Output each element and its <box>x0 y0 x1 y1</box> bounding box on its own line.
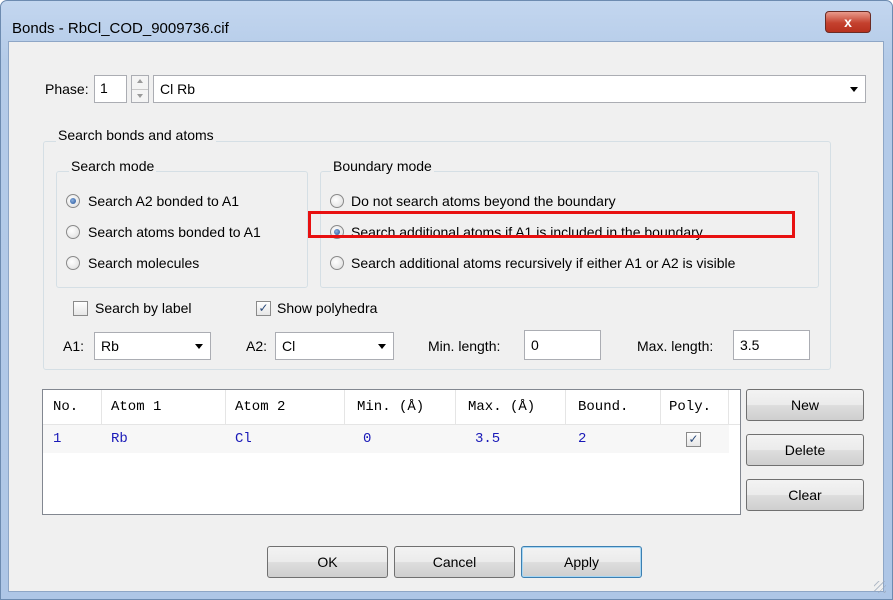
a2-value: Cl <box>282 338 296 354</box>
min-length-input[interactable]: 0 <box>524 330 601 360</box>
cell-atom2: Cl <box>235 431 252 447</box>
a1-combo[interactable]: Rb <box>94 332 211 360</box>
title-bar[interactable]: Bonds - RbCl_COD_9009736.cif x <box>1 1 892 37</box>
cell-min: 0 <box>363 431 372 447</box>
delete-button[interactable]: Delete <box>746 434 864 466</box>
spin-down-icon[interactable] <box>137 94 143 98</box>
spin-up-icon[interactable] <box>137 79 143 83</box>
table-header: No. Atom 1 Atom 2 Min. (Å) Max. (Å) Boun… <box>43 390 740 425</box>
cell-atom1: Rb <box>111 431 128 447</box>
radio-search-atoms-bonded[interactable] <box>66 225 80 239</box>
new-button[interactable]: New <box>746 389 864 421</box>
phase-spinbox[interactable]: 1 <box>94 75 127 103</box>
search-a2-bonded-label[interactable]: Search A2 bonded to A1 <box>88 193 239 209</box>
max-length-input[interactable]: 3.5 <box>733 330 810 360</box>
cell-bound: 2 <box>578 431 587 447</box>
show-polyhedra-checkbox[interactable]: ✓ <box>256 301 271 316</box>
table-row[interactable]: 1 Rb Cl 0 3.5 2 ✓ <box>43 425 729 453</box>
min-length-label: Min. length: <box>428 338 501 354</box>
window-title: Bonds - RbCl_COD_9009736.cif <box>12 20 229 37</box>
highlight-box <box>308 211 795 238</box>
max-length-value: 3.5 <box>740 337 760 353</box>
show-polyhedra-text[interactable]: Show polyhedra <box>277 300 377 316</box>
col-min[interactable]: Min. (Å) <box>345 390 456 424</box>
phase-value: 1 <box>100 80 108 96</box>
phase-combo-value: Cl Rb <box>160 81 196 97</box>
close-icon: x <box>844 14 852 30</box>
cell-no: 1 <box>53 431 62 447</box>
col-no[interactable]: No. <box>43 390 102 424</box>
search-mode-title: Search mode <box>69 158 157 174</box>
search-by-label-checkbox[interactable] <box>73 301 88 316</box>
a1-label: A1: <box>63 338 85 354</box>
phase-combo[interactable]: Cl Rb <box>153 75 866 103</box>
chevron-down-icon <box>195 344 203 349</box>
col-max[interactable]: Max. (Å) <box>456 390 566 424</box>
checkmark-icon: ✓ <box>688 432 699 446</box>
radio-search-recursive[interactable] <box>330 256 344 270</box>
search-bonds-group-title: Search bonds and atoms <box>56 127 216 143</box>
checkmark-icon: ✓ <box>258 301 269 315</box>
radio-search-a2-bonded[interactable] <box>66 194 80 208</box>
close-button[interactable]: x <box>825 11 871 33</box>
cell-poly-checkbox[interactable]: ✓ <box>686 432 701 447</box>
clear-button[interactable]: Clear <box>746 479 864 511</box>
a1-value: Rb <box>101 338 119 354</box>
a2-label: A2: <box>246 338 268 354</box>
search-atoms-bonded-label[interactable]: Search atoms bonded to A1 <box>88 224 261 240</box>
phase-label: Phase: <box>45 81 89 97</box>
search-recursive-label[interactable]: Search additional atoms recursively if e… <box>351 255 735 271</box>
bonds-table[interactable]: No. Atom 1 Atom 2 Min. (Å) Max. (Å) Boun… <box>42 389 741 515</box>
chevron-down-icon <box>378 344 386 349</box>
spin-divider <box>132 89 148 90</box>
col-atom1[interactable]: Atom 1 <box>102 390 226 424</box>
min-length-value: 0 <box>531 337 539 353</box>
radio-no-search-beyond[interactable] <box>330 194 344 208</box>
resize-grip-icon[interactable] <box>874 581 886 593</box>
cell-max: 3.5 <box>475 431 501 447</box>
ok-button[interactable]: OK <box>267 546 388 578</box>
col-poly[interactable]: Poly. <box>661 390 729 424</box>
col-atom2[interactable]: Atom 2 <box>226 390 345 424</box>
max-length-label: Max. length: <box>637 338 714 354</box>
a2-combo[interactable]: Cl <box>275 332 394 360</box>
search-molecules-label[interactable]: Search molecules <box>88 255 199 271</box>
phase-spin-buttons[interactable] <box>131 75 149 103</box>
apply-button[interactable]: Apply <box>521 546 642 578</box>
search-by-label-text[interactable]: Search by label <box>95 300 192 316</box>
no-search-beyond-label[interactable]: Do not search atoms beyond the boundary <box>351 193 616 209</box>
col-bound[interactable]: Bound. <box>566 390 661 424</box>
radio-search-molecules[interactable] <box>66 256 80 270</box>
chevron-down-icon <box>850 87 858 92</box>
boundary-mode-title: Boundary mode <box>331 158 434 174</box>
cancel-button[interactable]: Cancel <box>394 546 515 578</box>
